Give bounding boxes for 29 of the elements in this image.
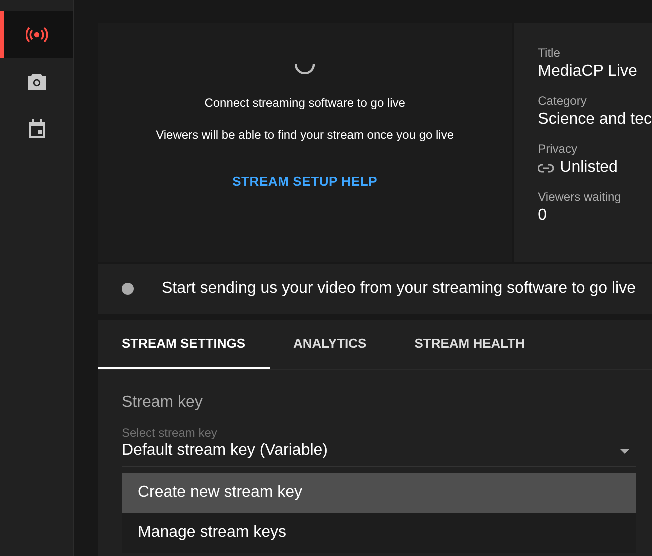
- tab[interactable]: STREAM SETTINGS: [98, 320, 270, 369]
- detail-value: Unlisted: [560, 159, 618, 177]
- caret-icon: [620, 449, 630, 454]
- calendar-icon: [28, 118, 46, 138]
- stream-key-select[interactable]: Select stream key Default stream key (Variable): [122, 426, 636, 467]
- camera-icon: [26, 72, 46, 90]
- preview-message: Viewers will be able to find your stream once you go live: [156, 128, 454, 142]
- detail-label: Title: [538, 46, 562, 60]
- detail-value: 0: [538, 207, 548, 225]
- loading-spinner-icon: [295, 63, 316, 74]
- detail-value: MediaCP Live: [538, 63, 638, 81]
- sidebar-item[interactable]: [0, 11, 73, 58]
- detail-label: Viewers waiting: [538, 190, 622, 204]
- tab[interactable]: STREAM HEALTH: [390, 320, 549, 369]
- tab[interactable]: ANALYTICS: [270, 320, 391, 369]
- broadcast-icon: [26, 26, 48, 42]
- select-value: Default stream key (Variable): [122, 442, 328, 460]
- status-dot-icon: [122, 283, 134, 295]
- detail-value: Science and tec: [538, 111, 652, 129]
- preview-message: Connect streaming software to go live: [204, 96, 406, 110]
- detail-label: Category: [538, 94, 588, 108]
- select-label: Select stream key: [122, 426, 218, 440]
- detail-label: Privacy: [538, 142, 578, 156]
- menu-item[interactable]: Manage stream keys: [122, 513, 636, 553]
- stream-setup-help-link[interactable]: STREAM SETUP HELP: [232, 174, 378, 189]
- menu-item[interactable]: Create new stream key: [122, 473, 636, 513]
- link-icon: [538, 164, 554, 172]
- section-heading: Stream key: [122, 394, 204, 412]
- status-message: Start sending us your video from your streaming software to go live: [162, 280, 636, 298]
